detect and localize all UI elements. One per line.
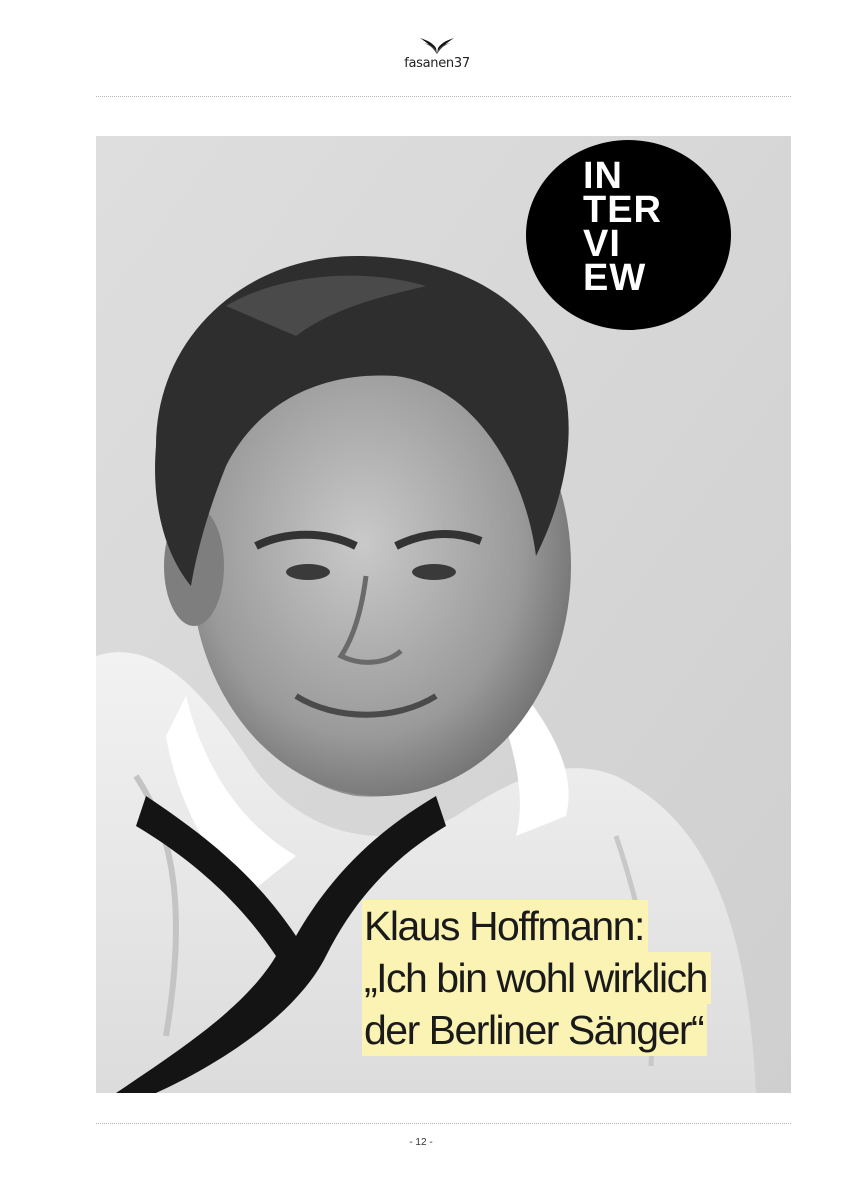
headline-line-2: „Ich bin wohl wirklich <box>362 952 711 1004</box>
wings-icon <box>420 38 454 54</box>
top-divider <box>96 96 791 97</box>
bottom-divider <box>96 1123 791 1124</box>
headline-line-1: Klaus Hoffmann: <box>362 900 648 952</box>
interview-badge: IN TER VI EW <box>526 140 731 330</box>
page-number: - 12 - <box>409 1137 433 1148</box>
logo-text: fasanen37 <box>404 56 470 71</box>
magazine-page: fasanen37 IN TER VI EW Klaus Hoffmann: „… <box>0 0 842 1191</box>
headline: Klaus Hoffmann: „Ich bin wohl wirklich d… <box>362 900 782 1056</box>
headline-line-3: der Berliner Sänger“ <box>362 1004 708 1056</box>
logo: fasanen37 <box>392 36 482 76</box>
badge-line-4: EW <box>583 257 647 299</box>
